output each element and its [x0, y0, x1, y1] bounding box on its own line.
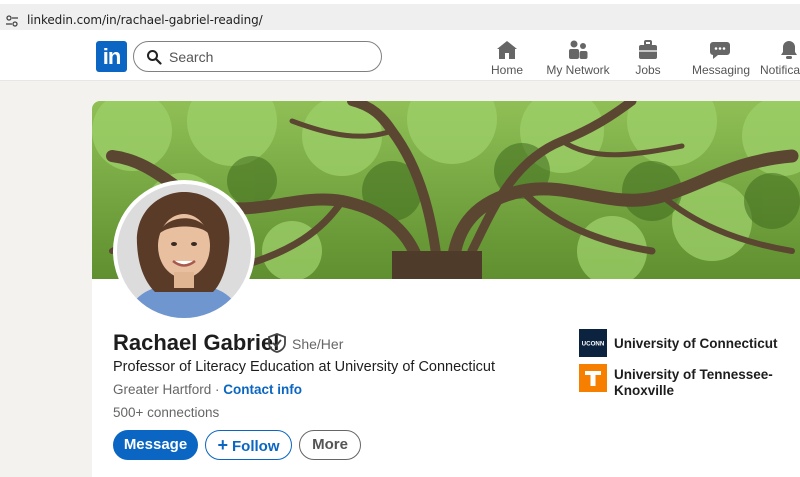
home-icon: [497, 41, 517, 59]
search-icon: [147, 50, 162, 65]
url-text: linkedin.com/in/rachael-gabriel-reading/: [27, 13, 263, 27]
education-name-utk: University of Tennessee-Knoxville: [614, 367, 773, 398]
nav-label-jobs: Jobs: [635, 63, 661, 77]
nav-item-notifications[interactable]: Notifications: [760, 40, 800, 80]
location-separator: ·: [211, 382, 224, 397]
nav-label-my-network: My Network: [546, 63, 610, 77]
bell-icon: [781, 41, 797, 59]
more-button[interactable]: More: [299, 430, 361, 460]
linkedin-logo[interactable]: in: [96, 41, 127, 72]
svg-text:UCONN: UCONN: [582, 341, 605, 348]
uconn-logo: UCONN: [579, 329, 607, 357]
profile-headline: Professor of Literacy Education at Unive…: [113, 359, 496, 375]
messaging-icon: [710, 42, 730, 59]
nav-item-my-network[interactable]: My Network: [545, 40, 611, 80]
profile-photo[interactable]: [113, 180, 255, 322]
profile-connections[interactable]: 500+ connections: [113, 405, 219, 420]
network-icon: [569, 40, 588, 59]
education-name-uconn: University of Connecticut: [614, 336, 778, 351]
top-nav: in Home My Network Jobs: [0, 33, 800, 81]
nav-label-home: Home: [490, 63, 523, 77]
message-button[interactable]: Message: [113, 430, 198, 460]
nav-item-home[interactable]: Home: [486, 40, 528, 80]
url-field[interactable]: linkedin.com/in/rachael-gabriel-reading/: [0, 4, 800, 30]
browser-address-bar: linkedin.com/in/rachael-gabriel-reading/: [0, 0, 800, 33]
contact-info-link[interactable]: Contact info: [223, 382, 302, 397]
search-input[interactable]: [169, 42, 369, 71]
briefcase-icon: [639, 40, 657, 59]
profile-name: Rachael Gabriel: [113, 330, 280, 355]
profile-card: Rachael Gabriel She/Her Professor of Lit…: [92, 101, 800, 477]
verified-shield-icon[interactable]: [267, 333, 287, 353]
nav-item-messaging[interactable]: Messaging: [692, 40, 751, 80]
nav-label-notifications: Notifications: [760, 63, 800, 77]
profile-pronouns: She/Her: [292, 336, 344, 352]
profile-location: Greater Hartford: [113, 382, 212, 397]
nav-item-jobs[interactable]: Jobs: [630, 40, 666, 80]
plus-icon: +: [217, 435, 228, 455]
avatar-image: [117, 184, 251, 318]
nav-label-messaging: Messaging: [692, 63, 751, 77]
utk-logo: [579, 364, 607, 392]
follow-button[interactable]: + Follow: [205, 430, 292, 460]
site-info-icon[interactable]: [5, 14, 19, 28]
search-box[interactable]: [133, 41, 382, 72]
follow-label: Follow: [232, 438, 280, 455]
profile-location-line: Greater Hartford · Contact info: [113, 382, 302, 397]
